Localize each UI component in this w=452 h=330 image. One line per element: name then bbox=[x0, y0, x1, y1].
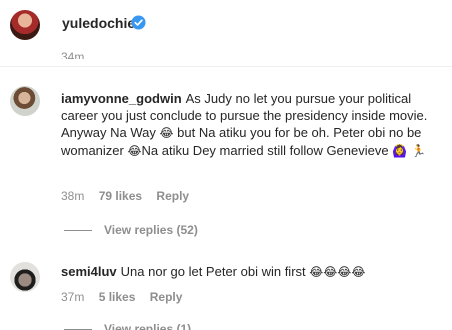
commenter-username[interactable]: semi4luv bbox=[61, 264, 117, 279]
commenter-avatar[interactable] bbox=[10, 262, 40, 292]
author-avatar[interactable] bbox=[10, 10, 40, 40]
view-replies-label[interactable]: View replies (1) bbox=[104, 322, 191, 330]
comment-text: iamyvonne_godwin As Judy no let you pursu… bbox=[61, 90, 446, 160]
view-replies-button[interactable]: View replies (52) bbox=[64, 223, 198, 237]
comment-meta: 37m 5 likes Reply bbox=[61, 290, 193, 304]
post-header: yuledochie bbox=[0, 0, 452, 52]
comment-meta: 38m 79 likes Reply bbox=[61, 189, 200, 203]
comment-time: 37m bbox=[61, 290, 85, 304]
gesture-running-emoji-icon: 🙆‍♀️ 🏃 bbox=[392, 144, 426, 158]
comment-body: Una nor go let Peter obi win first bbox=[120, 264, 310, 279]
laughing-emoji-icon: 😂😂😂😂 bbox=[309, 265, 366, 279]
reply-button[interactable]: Reply bbox=[156, 189, 189, 203]
likes-count[interactable]: 79 likes bbox=[99, 189, 142, 203]
comment-text: semi4luv Una nor go let Peter obi win fir… bbox=[61, 263, 446, 281]
laughing-emoji-icon: 😂 bbox=[127, 144, 142, 158]
likes-count[interactable]: 5 likes bbox=[99, 290, 136, 304]
post-time: 34m bbox=[61, 51, 85, 59]
verified-badge-icon bbox=[131, 15, 146, 30]
commenter-avatar[interactable] bbox=[10, 86, 40, 116]
author-username[interactable]: yuledochie bbox=[62, 15, 135, 31]
comment-time: 38m bbox=[61, 189, 85, 203]
laughing-emoji-icon: 😂 bbox=[159, 126, 174, 140]
commenter-username[interactable]: iamyvonne_godwin bbox=[61, 91, 182, 106]
comment-body: Na atiku Dey married still follow Genevi… bbox=[141, 143, 393, 158]
view-replies-label[interactable]: View replies (52) bbox=[104, 223, 198, 237]
divider bbox=[0, 66, 452, 67]
replies-line bbox=[64, 230, 92, 232]
view-replies-button[interactable]: View replies (1) bbox=[64, 322, 191, 330]
reply-button[interactable]: Reply bbox=[150, 290, 183, 304]
